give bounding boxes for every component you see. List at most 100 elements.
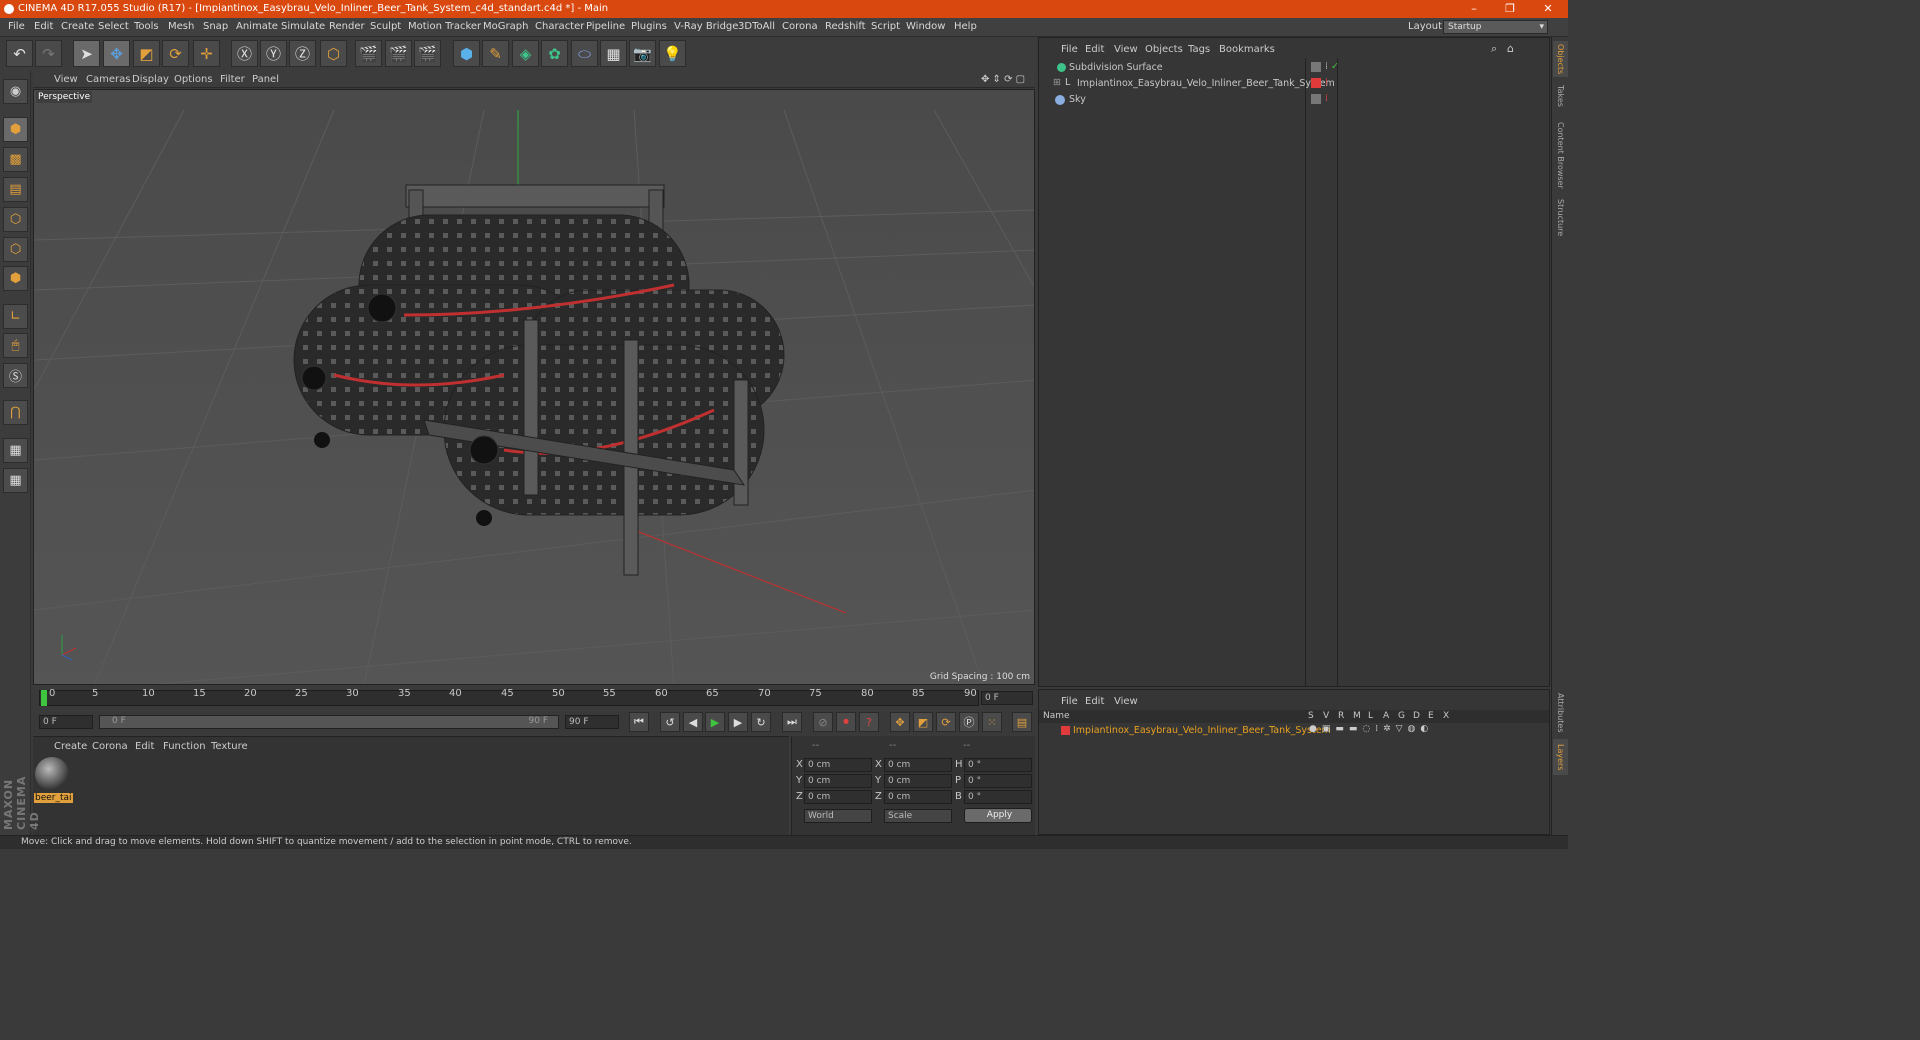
key-rotation-button[interactable]: ⟳ bbox=[936, 712, 956, 732]
model-mode-button[interactable]: ⬢ bbox=[3, 117, 28, 142]
key-position-button[interactable]: ✥ bbox=[890, 712, 910, 732]
viewport-menu-view[interactable]: View bbox=[54, 74, 78, 85]
cube-button[interactable]: ⬢ bbox=[453, 40, 480, 67]
tweak-mode-button[interactable]: 🖱 bbox=[3, 333, 28, 358]
material-name[interactable]: beer_tai bbox=[34, 793, 73, 803]
objects-menu-objects[interactable]: Objects bbox=[1145, 44, 1183, 55]
next-key-button[interactable]: ↻ bbox=[751, 712, 771, 732]
viewport-nav-icons[interactable]: ✥ ⇕ ⟳ ▢ bbox=[981, 74, 1025, 85]
menu-help[interactable]: Help bbox=[954, 21, 977, 32]
y-axis-lock-button[interactable]: Ⓨ bbox=[260, 40, 287, 67]
rotation-h-field[interactable]: 0 ° bbox=[964, 758, 1032, 772]
viewport-menu-panel[interactable]: Panel bbox=[252, 74, 279, 85]
material-menu-edit[interactable]: Edit bbox=[135, 741, 154, 752]
position-z-field[interactable]: 0 cm bbox=[804, 790, 872, 804]
timeline[interactable]: 0 5 10 15 20 25 30 35 40 45 50 55 60 65 … bbox=[33, 686, 1035, 712]
objects-menu-view[interactable]: View bbox=[1114, 44, 1138, 55]
move-tool-button[interactable]: ✥ bbox=[103, 40, 130, 67]
viewport-menu-filter[interactable]: Filter bbox=[220, 74, 245, 85]
cloner-button[interactable]: ✿ bbox=[541, 40, 568, 67]
material-menu-corona[interactable]: Corona bbox=[92, 741, 128, 752]
menu-redshift[interactable]: Redshift bbox=[825, 21, 866, 32]
layer-row[interactable]: Impiantinox_Easybrau_Velo_Inliner_Beer_T… bbox=[1041, 724, 1549, 740]
pen-button[interactable]: ✎ bbox=[482, 40, 509, 67]
layers-menu-edit[interactable]: Edit bbox=[1085, 696, 1104, 707]
position-x-field[interactable]: 0 cm bbox=[804, 758, 872, 772]
select-tool-button[interactable]: ➤ bbox=[73, 40, 100, 67]
render-picture-viewer-button[interactable]: 🎬 bbox=[385, 40, 412, 67]
object-row[interactable]: ⊞ L Impiantinox_Easybrau_Velo_Inliner_Be… bbox=[1041, 77, 1549, 93]
world-select[interactable]: World bbox=[804, 809, 872, 823]
menu-character[interactable]: Character bbox=[535, 21, 584, 32]
tab-structure[interactable]: Structure bbox=[1553, 197, 1568, 239]
menu-snap[interactable]: Snap bbox=[203, 21, 228, 32]
timeline-window-button[interactable]: ▤ bbox=[1012, 712, 1032, 732]
menu-create[interactable]: Create bbox=[61, 21, 94, 32]
menu-render[interactable]: Render bbox=[329, 21, 365, 32]
menu-corona[interactable]: Corona bbox=[782, 21, 818, 32]
layer-color-swatch[interactable] bbox=[1061, 726, 1070, 735]
subdivision-button[interactable]: ◈ bbox=[512, 40, 539, 67]
key-pla-button[interactable]: ⁙ bbox=[982, 712, 1002, 732]
maximize-button[interactable]: ❐ bbox=[1492, 0, 1528, 18]
menu-script[interactable]: Script bbox=[871, 21, 900, 32]
layout-select[interactable]: Startup ▾ bbox=[1443, 20, 1548, 34]
tab-content-browser[interactable]: Content Browser bbox=[1553, 115, 1568, 195]
size-y-field[interactable]: 0 cm bbox=[884, 774, 952, 788]
menu-mograph[interactable]: MoGraph bbox=[483, 21, 528, 32]
tab-objects[interactable]: Objects bbox=[1553, 41, 1568, 77]
snap-button[interactable]: Ⓢ bbox=[3, 363, 28, 388]
autokey-button[interactable]: ⏺ bbox=[836, 712, 856, 732]
prev-frame-button[interactable]: ◀ bbox=[683, 712, 703, 732]
visibility-dots[interactable]: ⁞ bbox=[1325, 61, 1328, 72]
camera-button[interactable]: 📷 bbox=[629, 40, 656, 67]
go-to-start-button[interactable]: ⏮ bbox=[629, 712, 649, 732]
rotation-p-field[interactable]: 0 ° bbox=[964, 774, 1032, 788]
menu-mesh[interactable]: Mesh bbox=[168, 21, 194, 32]
coordinate-system-button[interactable]: ⬡ bbox=[320, 40, 347, 67]
objects-menu-file[interactable]: File bbox=[1061, 44, 1078, 55]
home-icon[interactable]: ⌂ bbox=[1507, 42, 1514, 55]
tab-layers[interactable]: Layers bbox=[1553, 739, 1568, 775]
go-to-end-button[interactable]: ⏭ bbox=[782, 712, 802, 732]
layer-toggle-icons[interactable]: ●▣▬▬◌⁞✲▽◍◐ bbox=[1309, 724, 1433, 734]
menu-edit[interactable]: Edit bbox=[34, 21, 53, 32]
redo-button[interactable]: ↷ bbox=[35, 40, 62, 67]
planar-workplane-button[interactable]: ▦ bbox=[3, 468, 28, 493]
size-x-field[interactable]: 0 cm bbox=[884, 758, 952, 772]
menu-motion-tracker[interactable]: Motion Tracker bbox=[408, 21, 481, 32]
apply-button[interactable]: Apply bbox=[964, 808, 1032, 823]
scale-tool-button[interactable]: ◩ bbox=[133, 40, 160, 67]
keyframe-selection-button[interactable]: ? bbox=[859, 712, 879, 732]
tab-takes[interactable]: Takes bbox=[1553, 81, 1568, 111]
key-param-button[interactable]: Ⓟ bbox=[959, 712, 979, 732]
play-button[interactable]: ▶ bbox=[705, 712, 725, 732]
viewport-menu-cameras[interactable]: Cameras bbox=[86, 74, 130, 85]
menu-vray-bridge[interactable]: V-Ray Bridge bbox=[674, 21, 738, 32]
menu-plugins[interactable]: Plugins bbox=[631, 21, 667, 32]
transform-tool-button[interactable]: ✛ bbox=[193, 40, 220, 67]
menu-file[interactable]: File bbox=[8, 21, 25, 32]
visibility-dots[interactable]: ⁞ bbox=[1325, 93, 1328, 104]
undo-button[interactable]: ↶ bbox=[6, 40, 33, 67]
tab-attributes[interactable]: Attributes bbox=[1553, 689, 1568, 737]
objects-menu-edit[interactable]: Edit bbox=[1085, 44, 1104, 55]
search-icon[interactable]: ⌕ bbox=[1491, 42, 1497, 56]
menu-tools[interactable]: Tools bbox=[134, 21, 159, 32]
material-thumbnail[interactable] bbox=[35, 757, 69, 791]
viewport-menu-options[interactable]: Options bbox=[174, 74, 213, 85]
playhead[interactable] bbox=[41, 690, 47, 706]
material-menu-texture[interactable]: Texture bbox=[211, 741, 248, 752]
end-frame-field[interactable]: 90 F bbox=[565, 715, 619, 729]
menu-3dtoall[interactable]: 3DToAll bbox=[738, 21, 775, 32]
make-editable-button[interactable]: ◉ bbox=[3, 79, 28, 104]
menu-animate[interactable]: Animate bbox=[236, 21, 278, 32]
points-mode-button[interactable]: ⬡ bbox=[3, 207, 28, 232]
light-button[interactable]: 💡 bbox=[659, 40, 686, 67]
close-button[interactable]: ✕ bbox=[1530, 0, 1566, 18]
layer-name[interactable]: Impiantinox_Easybrau_Velo_Inliner_Beer_T… bbox=[1073, 725, 1331, 736]
material-menu-function[interactable]: Function bbox=[163, 741, 206, 752]
magnet-button[interactable]: ⋂ bbox=[3, 400, 28, 425]
key-scale-button[interactable]: ◩ bbox=[913, 712, 933, 732]
texture-mode-button[interactable]: ▩ bbox=[3, 147, 28, 172]
